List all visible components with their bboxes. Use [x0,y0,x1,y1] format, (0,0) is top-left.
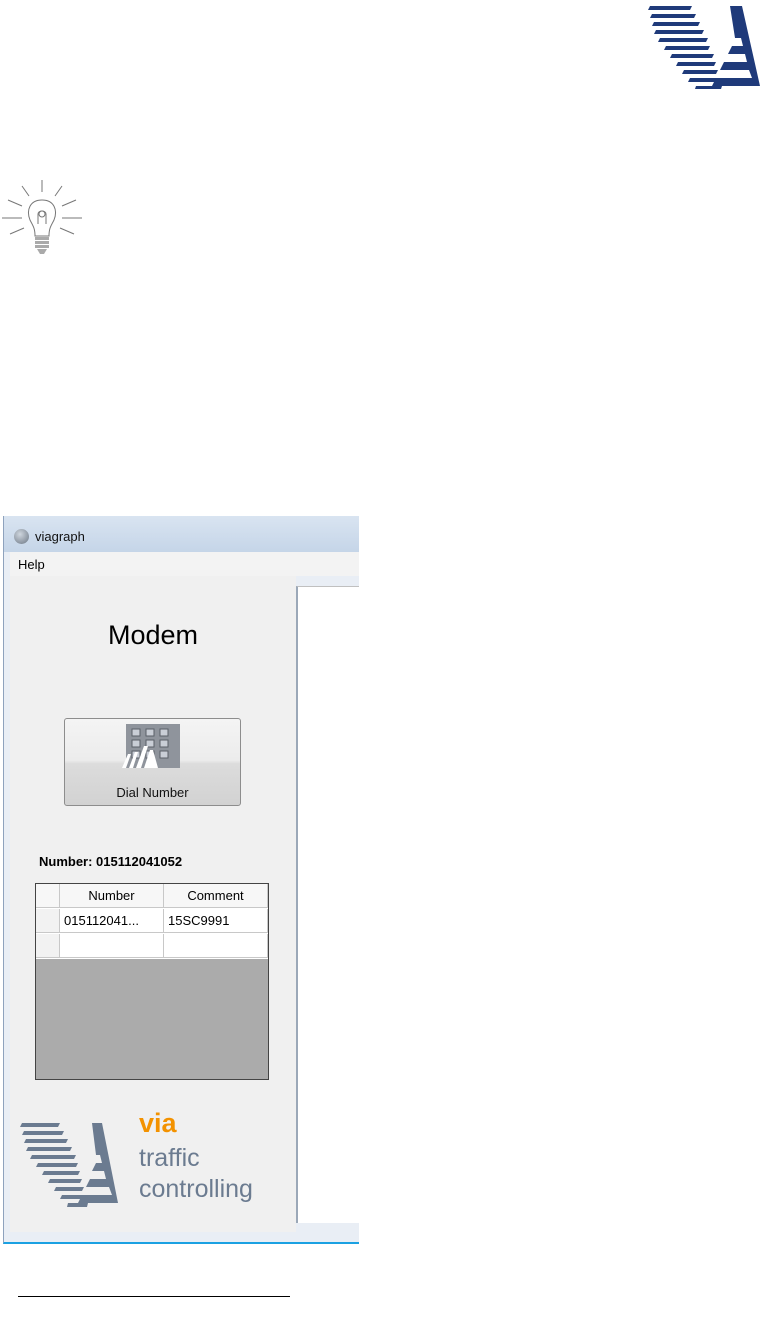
dial-number-label: Dial Number [116,785,189,800]
panel-title: Modem [107,620,199,650]
footnote-divider [18,1296,290,1297]
via-logo-icon [648,6,760,89]
lightbulb-icon [2,180,82,254]
content-area[interactable] [296,586,359,1223]
app-globe-icon [14,529,29,544]
table-row: 015112041... 15SC9991 [36,909,268,934]
menu-bar: Help [10,552,359,576]
row-header[interactable] [36,909,60,933]
cell-number[interactable]: 015112041... [60,909,164,933]
row-header[interactable] [36,934,60,958]
app-window: viagraph Help Modem Dial Number Number: … [3,516,359,1244]
cell-comment[interactable]: 15SC9991 [164,909,268,933]
column-header-comment[interactable]: Comment [164,884,268,908]
modem-panel: Modem Dial Number Number: 015112041052 N… [10,576,296,1232]
table-row [36,934,268,959]
dial-number-button[interactable]: Dial Number [64,718,241,806]
grid-corner[interactable] [36,884,60,908]
brand-via-text: via [139,1108,177,1138]
window-title: viagraph [35,529,85,544]
number-grid: Number Comment 015112041... 15SC9991 [35,883,269,1080]
cell-comment[interactable] [164,934,268,958]
brand-controlling-text: controlling [139,1175,253,1203]
grid-header-row: Number Comment [36,884,268,909]
column-header-number[interactable]: Number [60,884,164,908]
via-brand-logo-icon [20,1123,118,1207]
cell-number[interactable] [60,934,164,958]
title-bar[interactable]: viagraph [4,516,359,552]
current-number-label: Number: 015112041052 [39,854,183,869]
brand-traffic-text: traffic [139,1144,200,1172]
keypad-icon [122,724,180,768]
menu-help[interactable]: Help [18,557,45,572]
